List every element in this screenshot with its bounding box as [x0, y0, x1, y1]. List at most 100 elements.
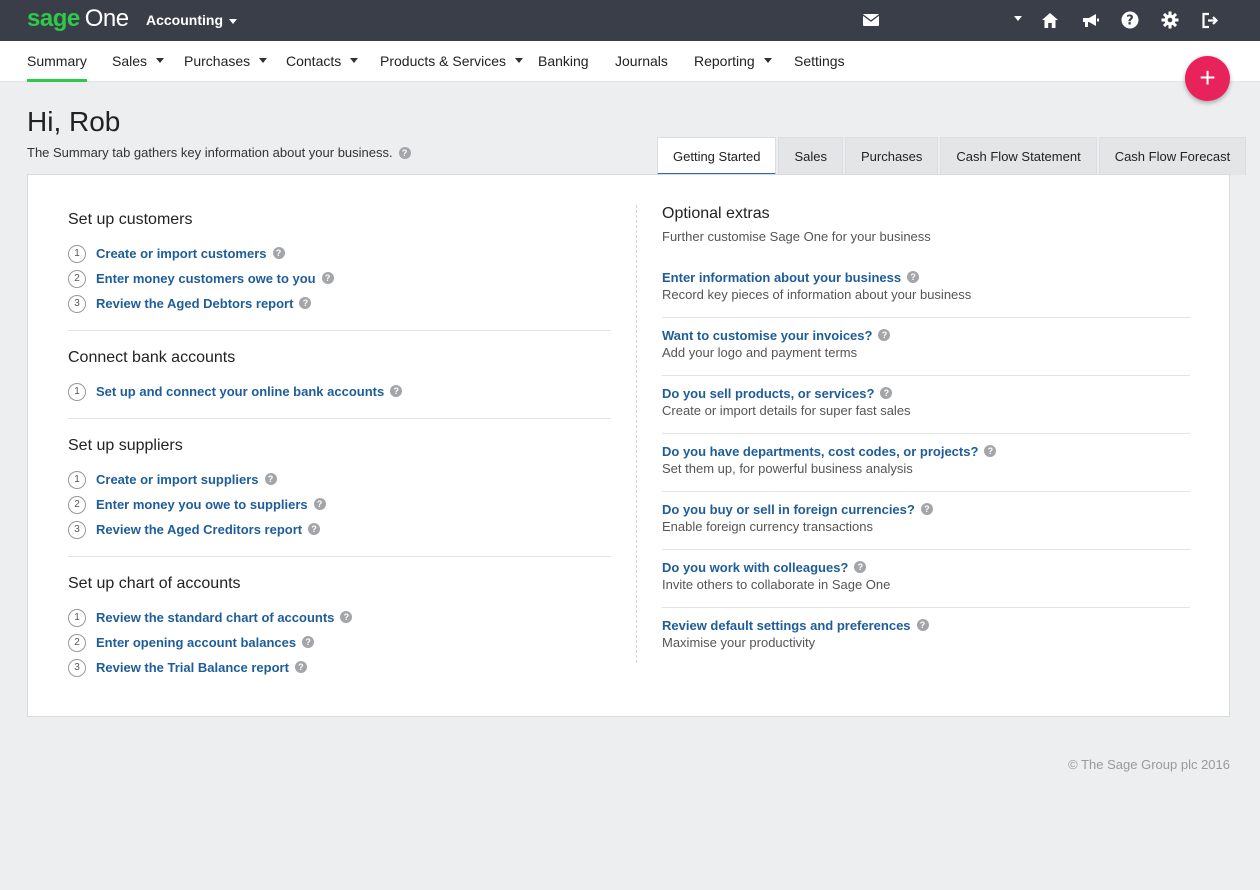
notifications-dropdown-caret[interactable] [1014, 16, 1022, 21]
nav-settings-label: Settings [794, 53, 845, 69]
nav-contacts[interactable]: Contacts [286, 41, 359, 82]
extra-link[interactable]: Do you work with colleagues? [662, 560, 848, 575]
extra-link[interactable]: Do you sell products, or services? [662, 386, 874, 401]
logo-sage: sage [27, 5, 80, 32]
list-item: Do you have departments, cost codes, or … [662, 443, 1190, 492]
section-bank-accounts: Connect bank accounts 1 Set up and connec… [68, 347, 611, 419]
list-item: Want to customise your invoices?? Add you… [662, 327, 1190, 376]
list-item: 2 Enter opening account balances? [68, 630, 611, 655]
help-icon[interactable]: ? [878, 328, 891, 341]
extra-link[interactable]: Want to customise your invoices? [662, 328, 872, 343]
nav-journals[interactable]: Journals [615, 41, 668, 82]
section-suppliers: Set up suppliers 1 Create or import suppl… [68, 435, 611, 557]
megaphone-icon[interactable] [1080, 10, 1100, 30]
step-number: 2 [68, 269, 86, 288]
help-icon[interactable]: ? [272, 246, 285, 259]
mail-icon[interactable] [861, 10, 881, 30]
extra-link[interactable]: Review default settings and preferences [662, 618, 911, 633]
help-icon[interactable]: ? [916, 618, 929, 631]
extra-link[interactable]: Enter information about your business [662, 270, 901, 285]
help-icon[interactable]: ? [1120, 10, 1140, 30]
help-icon[interactable]: ? [308, 522, 321, 535]
help-icon[interactable]: ? [854, 560, 867, 573]
help-icon[interactable]: ? [398, 146, 411, 159]
svg-text:?: ? [1126, 14, 1134, 29]
step-link[interactable]: Enter opening account balances [96, 635, 296, 650]
nav-reporting[interactable]: Reporting [694, 41, 772, 82]
list-item: 1 Create or import suppliers? [68, 467, 611, 492]
extra-description: Maximise your productivity [662, 635, 816, 650]
extras-title: Optional extras [662, 205, 770, 222]
help-icon[interactable]: ? [920, 502, 933, 515]
help-icon[interactable]: ? [294, 660, 307, 673]
help-icon[interactable]: ? [880, 386, 893, 399]
chevron-down-icon [763, 57, 772, 63]
step-link[interactable]: Create or import suppliers [96, 472, 259, 487]
section-title: Set up chart of accounts [68, 575, 241, 592]
nav-sales[interactable]: Sales [112, 41, 165, 82]
home-icon[interactable] [1040, 10, 1060, 30]
extra-description: Create or import details for super fast … [662, 403, 911, 418]
help-icon[interactable]: ? [313, 497, 326, 510]
sage-one-logo[interactable]: sage One [27, 5, 129, 33]
list-item: 3 Review the Trial Balance report? [68, 655, 611, 680]
help-icon[interactable]: ? [299, 296, 312, 309]
chevron-down-icon [259, 57, 268, 63]
app-switcher[interactable]: Accounting [146, 12, 237, 28]
list-item: 2 Enter money you owe to suppliers? [68, 492, 611, 517]
help-icon[interactable]: ? [984, 444, 997, 457]
step-number: 1 [68, 244, 86, 263]
tab-sales[interactable]: Sales [778, 137, 843, 175]
extra-link[interactable]: Do you have departments, cost codes, or … [662, 444, 978, 459]
step-link[interactable]: Review the standard chart of accounts [96, 610, 334, 625]
nav-settings[interactable]: Settings [794, 41, 845, 82]
list-item: 3 Review the Aged Creditors report? [68, 517, 611, 542]
chevron-down-icon [156, 57, 165, 63]
extra-description: Add your logo and payment terms [662, 345, 858, 360]
help-icon[interactable]: ? [907, 270, 920, 283]
help-icon[interactable]: ? [302, 635, 315, 648]
nav-summary[interactable]: Summary [27, 41, 87, 82]
step-link[interactable]: Review the Aged Debtors report [96, 296, 293, 311]
step-link[interactable]: Enter money you owe to suppliers [96, 497, 308, 512]
nav-purchases-label: Purchases [184, 53, 251, 69]
tab-purchases[interactable]: Purchases [844, 137, 939, 175]
nav-purchases[interactable]: Purchases [184, 41, 268, 82]
section-title: Connect bank accounts [68, 349, 236, 366]
step-link[interactable]: Set up and connect your online bank acco… [96, 384, 384, 399]
help-icon[interactable]: ? [390, 384, 403, 397]
step-number: 3 [68, 658, 86, 677]
nav-products-services[interactable]: Products & Services [380, 41, 524, 82]
nav-products-services-label: Products & Services [380, 53, 507, 69]
page-subtitle: The Summary tab gathers key information … [27, 145, 411, 161]
extra-description: Record key pieces of information about y… [662, 287, 972, 302]
setup-steps-column: Set up customers 1 Create or import custo… [68, 209, 611, 710]
step-link[interactable]: Enter money customers owe to you [96, 271, 316, 286]
chevron-down-icon [515, 57, 524, 63]
logout-icon[interactable] [1200, 10, 1220, 30]
column-divider [636, 205, 637, 663]
section-customers: Set up customers 1 Create or import custo… [68, 209, 611, 331]
gear-icon[interactable] [1160, 10, 1180, 30]
extra-link[interactable]: Do you buy or sell in foreign currencies… [662, 502, 915, 517]
step-link[interactable]: Review the Trial Balance report [96, 660, 289, 675]
extra-description: Set them up, for powerful business analy… [662, 461, 913, 476]
section-chart-of-accounts: Set up chart of accounts 1 Review the sta… [68, 573, 611, 694]
help-icon[interactable]: ? [321, 271, 334, 284]
getting-started-panel: Set up customers 1 Create or import custo… [27, 174, 1230, 717]
optional-extras-column: Optional extras Further customise Sage O… [662, 203, 1190, 674]
step-link[interactable]: Create or import customers [96, 246, 267, 261]
tab-cash-flow-statement[interactable]: Cash Flow Statement [940, 137, 1097, 175]
nav-summary-label: Summary [27, 53, 87, 69]
quick-create-button[interactable]: + [1185, 56, 1230, 101]
list-item: Do you buy or sell in foreign currencies… [662, 501, 1190, 550]
nav-banking[interactable]: Banking [538, 41, 589, 82]
tab-getting-started[interactable]: Getting Started [657, 137, 777, 175]
tab-cash-flow-forecast[interactable]: Cash Flow Forecast [1098, 137, 1247, 175]
help-icon[interactable]: ? [264, 472, 277, 485]
list-item: Do you sell products, or services?? Creat… [662, 385, 1190, 434]
list-item: Do you work with colleagues?? Invite othe… [662, 559, 1190, 608]
step-link[interactable]: Review the Aged Creditors report [96, 522, 302, 537]
app-switcher-label: Accounting [146, 12, 223, 28]
help-icon[interactable]: ? [340, 610, 353, 623]
